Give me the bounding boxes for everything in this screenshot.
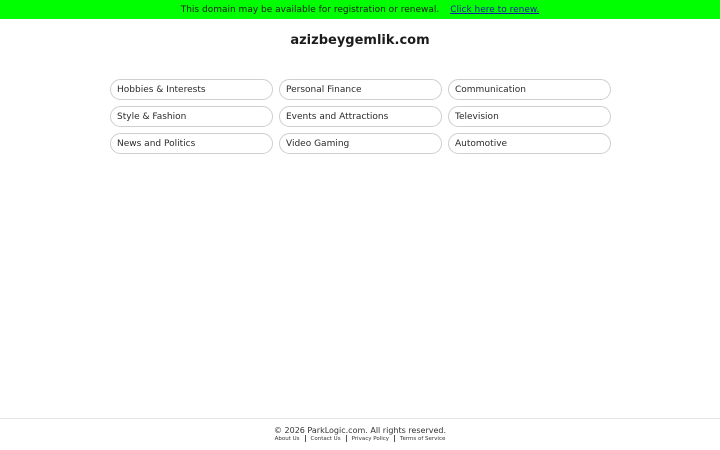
copyright-text: © 2026 ParkLogic.com. All rights reserve… — [273, 426, 447, 435]
contact-us-link[interactable]: Contact Us — [306, 436, 346, 442]
category-link-hobbies-interests[interactable]: Hobbies & Interests — [110, 79, 273, 100]
category-link-television[interactable]: Television — [448, 106, 611, 127]
renewal-banner: This domain may be available for registr… — [0, 0, 720, 19]
about-us-link[interactable]: About Us — [270, 436, 305, 442]
category-link-personal-finance[interactable]: Personal Finance — [279, 79, 442, 100]
category-link-style-fashion[interactable]: Style & Fashion — [110, 106, 273, 127]
category-link-video-gaming[interactable]: Video Gaming — [279, 133, 442, 154]
category-link-communication[interactable]: Communication — [448, 79, 611, 100]
category-link-events-attractions[interactable]: Events and Attractions — [279, 106, 442, 127]
category-link-news-politics[interactable]: News and Politics — [110, 133, 273, 154]
footer: © 2026 ParkLogic.com. All rights reserve… — [0, 418, 720, 450]
privacy-policy-link[interactable]: Privacy Policy — [347, 436, 394, 442]
banner-message: This domain may be available for registr… — [180, 4, 440, 15]
site-title: azizbeygemlik.com — [290, 33, 430, 48]
parked-domain-page: This domain may be available for registr… — [0, 0, 720, 450]
footer-links: About Us Contact Us Privacy Policy Terms… — [0, 435, 720, 442]
renew-link[interactable]: Click here to renew. — [450, 5, 539, 15]
category-grid: Hobbies & Interests Personal Finance Com… — [110, 79, 611, 154]
category-link-automotive[interactable]: Automotive — [448, 133, 611, 154]
terms-of-service-link[interactable]: Terms of Service — [395, 436, 450, 442]
